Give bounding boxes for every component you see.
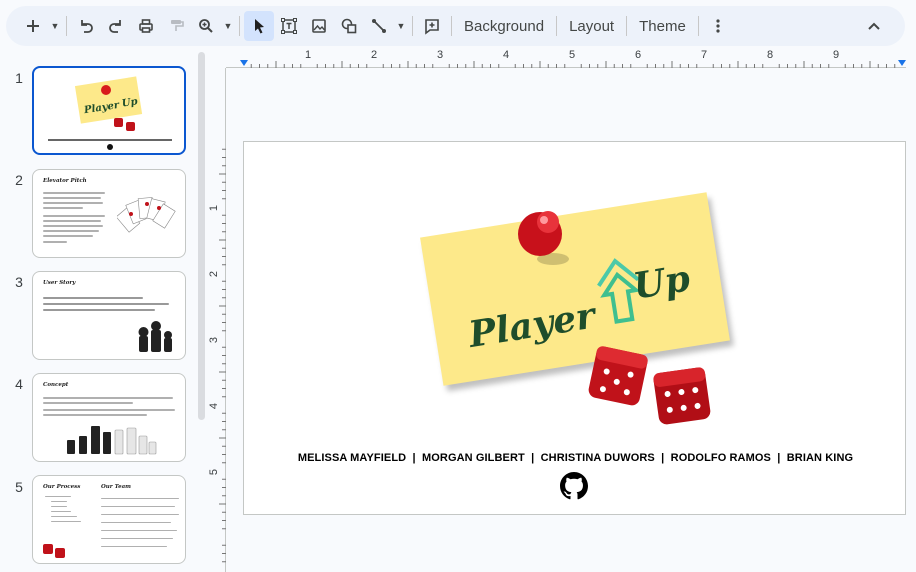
theme-button[interactable]: Theme xyxy=(631,11,694,41)
new-slide-dropdown-chevron-icon[interactable]: ▼ xyxy=(48,11,62,41)
undo-icon[interactable] xyxy=(71,11,101,41)
toolbar-divider xyxy=(626,16,628,36)
select-cursor-icon[interactable] xyxy=(244,11,274,41)
toolbar-divider xyxy=(66,16,67,36)
chess-pieces-row-image xyxy=(67,426,157,455)
slide-thumbnail-5[interactable]: Our Process Our Team xyxy=(32,475,186,564)
slide-number: 2 xyxy=(15,172,23,188)
thumbnail-text-line xyxy=(43,397,173,399)
layout-button[interactable]: Layout xyxy=(561,11,622,41)
thumbnail-text-line xyxy=(43,230,99,232)
thumbnail-text-line xyxy=(43,414,147,416)
thumbnail-text-line xyxy=(101,546,167,547)
collapse-toolbar-chevron-up-icon[interactable] xyxy=(859,11,889,41)
text-box-icon[interactable] xyxy=(274,11,304,41)
thumbnail-text-line xyxy=(51,516,77,517)
thumbnail-text-line xyxy=(51,511,71,512)
thumbnail-title: Our Process xyxy=(43,484,81,490)
thumbnail-text-line xyxy=(43,220,101,222)
thumbnail-text-line xyxy=(51,506,67,507)
thumbnail-title: Concept xyxy=(43,382,69,388)
thumbnail-text-line xyxy=(43,192,105,194)
playing-cards-image xyxy=(117,197,176,233)
thumbnail-text-line xyxy=(101,498,179,499)
horizontal-ruler: 1 2 3 4 5 6 7 8 9 xyxy=(226,49,906,68)
github-icon[interactable] xyxy=(560,472,588,500)
more-options-icon[interactable] xyxy=(703,11,733,41)
thumbnail-text-line xyxy=(43,303,169,305)
background-button[interactable]: Background xyxy=(456,11,552,41)
redo-icon[interactable] xyxy=(101,11,131,41)
thumbnail-text-line xyxy=(101,530,177,531)
line-icon[interactable] xyxy=(364,11,394,41)
new-slide-plus-icon[interactable] xyxy=(18,11,48,41)
slide-thumbnail-4[interactable]: Concept xyxy=(32,373,186,462)
thumbnail-title: Elevator Pitch xyxy=(43,178,87,184)
thumbnail-text-line xyxy=(101,538,173,539)
zoom-icon[interactable] xyxy=(191,11,221,41)
thumbnail-text-line xyxy=(51,501,67,502)
thumbnail-text-line xyxy=(101,506,175,507)
thumbnail-title: User Story xyxy=(43,280,76,286)
toolbar: ▼ ▼ ▼ Background Layout Theme xyxy=(6,6,905,46)
ruler-left-indent-marker[interactable] xyxy=(240,60,248,66)
thumbnail-text-line xyxy=(43,207,83,209)
insert-image-icon[interactable] xyxy=(304,11,334,41)
slide-number: 5 xyxy=(15,479,23,495)
toolbar-divider xyxy=(412,16,413,36)
toolbar-divider xyxy=(451,16,452,36)
ruler-ticks xyxy=(219,148,226,563)
print-icon[interactable] xyxy=(131,11,161,41)
zoom-dropdown-chevron-icon[interactable]: ▼ xyxy=(221,11,235,41)
paint-format-icon[interactable] xyxy=(161,11,191,41)
slide-thumbnail-2[interactable]: Elevator Pitch xyxy=(32,169,186,258)
shape-icon[interactable] xyxy=(334,11,364,41)
vertical-ruler: 1 2 3 4 5 xyxy=(208,68,226,572)
thumbnail-text-line xyxy=(45,496,71,497)
slide-number: 1 xyxy=(15,70,23,86)
thumbnail-text-line xyxy=(43,235,93,237)
ruler-right-indent-marker[interactable] xyxy=(898,60,906,66)
thumbnail-text-line xyxy=(43,241,67,243)
logo-word-player: Player xyxy=(465,294,598,356)
chess-pieces-image xyxy=(138,321,172,352)
logo-word-up: Up xyxy=(630,257,693,308)
slide-thumbnail-3[interactable]: User Story xyxy=(32,271,186,360)
toolbar-divider xyxy=(556,16,558,36)
thumbnail-text-line xyxy=(43,309,155,311)
dice-icon xyxy=(588,346,711,425)
slide-thumbnail-1[interactable]: Player Up xyxy=(32,66,186,155)
slide-number: 3 xyxy=(15,274,23,290)
ruler-ticks xyxy=(250,61,896,68)
line-dropdown-chevron-icon[interactable]: ▼ xyxy=(394,11,408,41)
thumbnail-text-line xyxy=(101,522,171,523)
thumbnail-text-line xyxy=(101,514,179,515)
thumbnail-text-line xyxy=(43,202,103,204)
thumbnail-title-secondary: Our Team xyxy=(101,484,131,490)
thumbnail-text-line xyxy=(51,521,81,522)
toolbar-divider xyxy=(239,16,240,36)
dice-image xyxy=(43,544,65,558)
team-names[interactable]: MELISSA MAYFIELD | MORGAN GILBERT | CHRI… xyxy=(244,452,907,464)
thumbnail-text-line xyxy=(43,297,143,299)
toolbar-divider xyxy=(697,16,699,36)
thumbnail-text-line xyxy=(43,402,133,404)
thumbnail-text-line xyxy=(43,225,103,227)
thumbnail-text-line xyxy=(43,197,101,199)
thumbnail-text-line xyxy=(43,409,175,411)
current-slide[interactable]: Player Up MELISSA MAYFIELD | MORGAN GILB… xyxy=(243,141,906,515)
add-comment-icon[interactable] xyxy=(417,11,447,41)
slide-number: 4 xyxy=(15,376,23,392)
filmstrip-scrollbar[interactable] xyxy=(198,52,205,420)
thumbnail-text-line xyxy=(43,215,105,217)
slide-filmstrip: 1 Player Up 2 Elevator Pitch 3 User Stor… xyxy=(0,52,210,572)
slide-1-preview-graphic: Player Up xyxy=(48,76,172,150)
